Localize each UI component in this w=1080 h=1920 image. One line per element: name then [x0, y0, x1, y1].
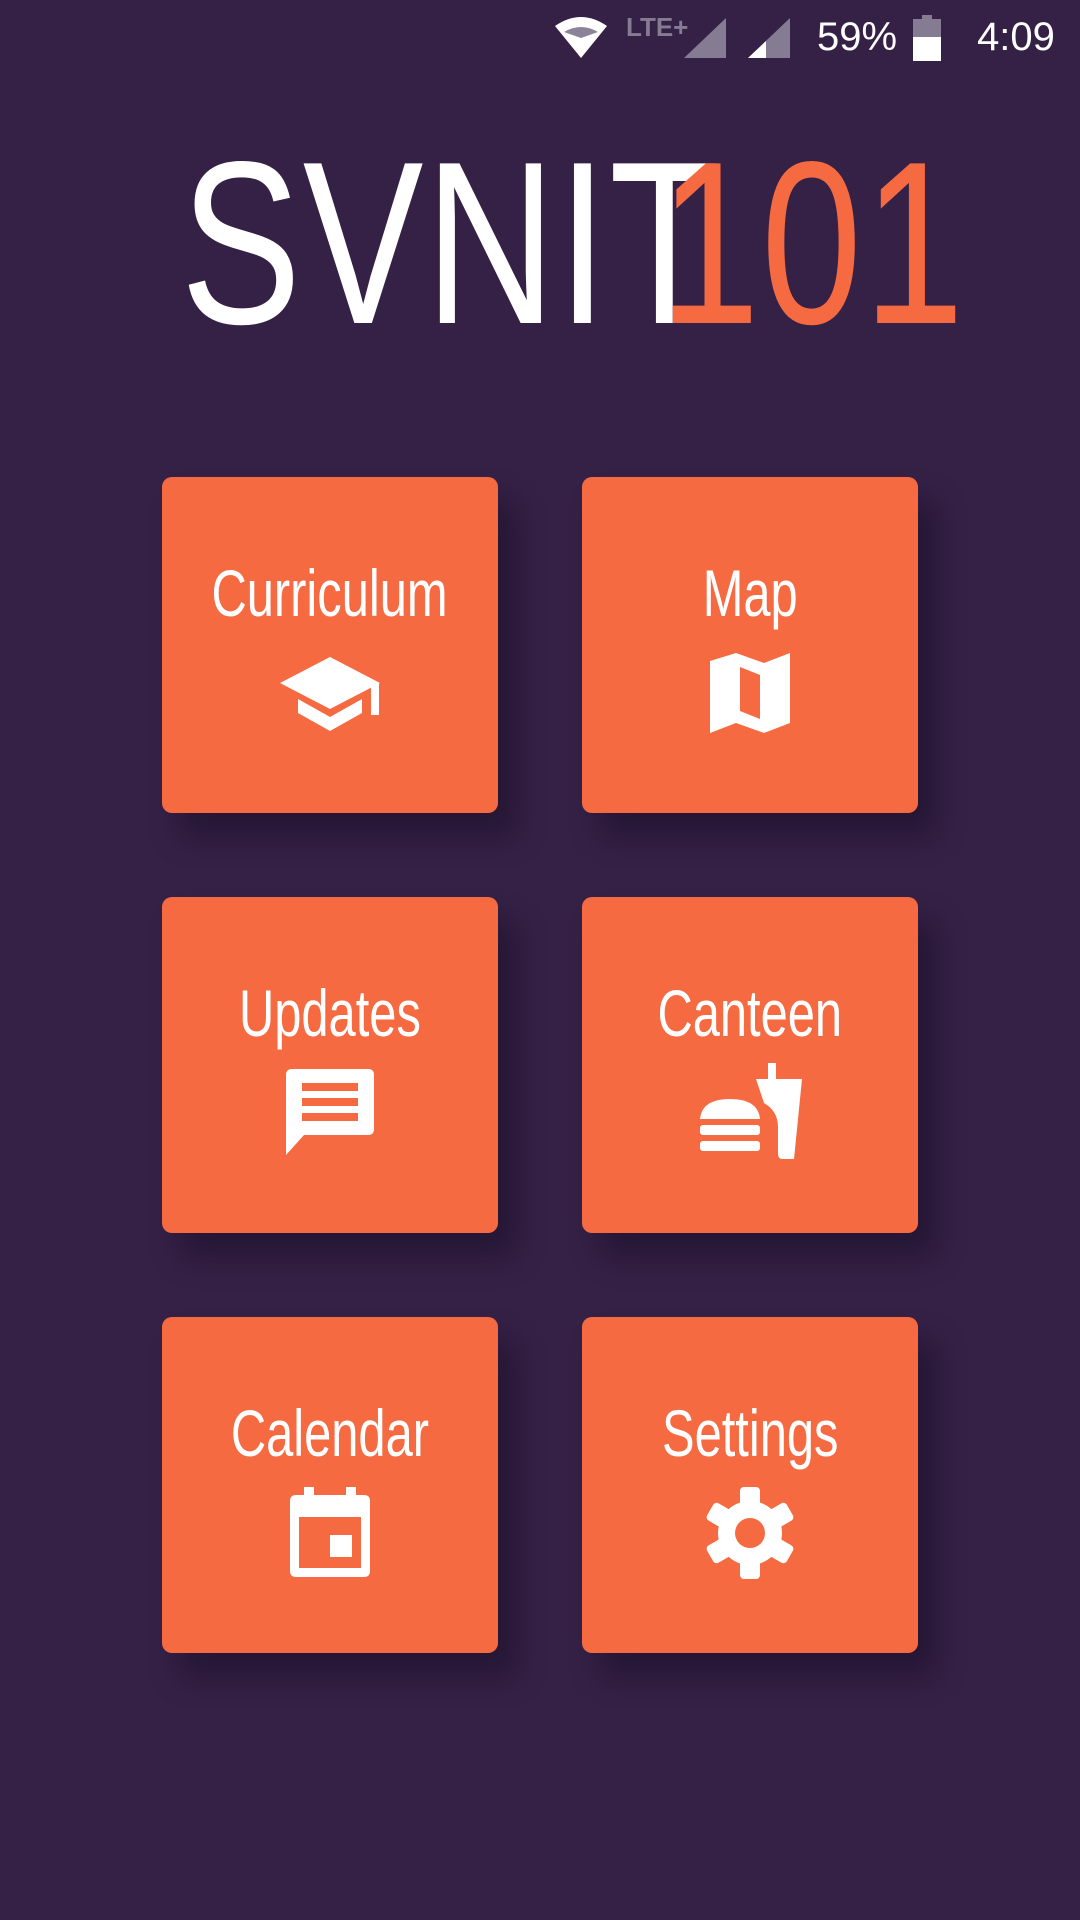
tile-label: Settings — [661, 1396, 839, 1470]
calendar-tile[interactable]: Calendar — [162, 1317, 498, 1653]
message-icon — [275, 1063, 385, 1163]
graduation-cap-icon — [275, 643, 385, 743]
battery-percent: 59% — [816, 15, 898, 59]
tile-label: Curriculum — [211, 556, 449, 630]
tile-label: Map — [702, 556, 798, 630]
canteen-tile[interactable]: Canteen — [582, 897, 918, 1233]
tile-label: Calendar — [230, 1396, 430, 1470]
battery-text: 59% — [812, 0, 902, 75]
map-icon — [695, 643, 805, 743]
map-tile[interactable]: Map — [582, 477, 918, 813]
battery-icon — [912, 0, 942, 75]
settings-tile[interactable]: Settings — [582, 1317, 918, 1653]
network-type: LTE+ — [626, 12, 689, 42]
tile-label: Canteen — [657, 976, 843, 1050]
wifi-icon — [548, 0, 614, 75]
calendar-icon — [275, 1483, 385, 1583]
updates-tile[interactable]: Updates — [162, 897, 498, 1233]
curriculum-tile[interactable]: Curriculum — [162, 477, 498, 813]
signal-icon — [744, 0, 794, 75]
clock: 4:09 — [966, 0, 1066, 75]
signal-icon — [680, 0, 730, 75]
logo-accent-text: 101 — [659, 114, 966, 373]
gear-icon — [695, 1483, 805, 1583]
tile-label: Updates — [239, 976, 421, 1050]
status-bar: LTE+ 59% 4:09 — [0, 0, 1080, 75]
app-logo: SVNIT101 — [0, 128, 1080, 360]
fastfood-icon — [695, 1063, 805, 1163]
logo-main-text: SVNIT — [180, 114, 722, 373]
time-text: 4:09 — [977, 15, 1055, 59]
